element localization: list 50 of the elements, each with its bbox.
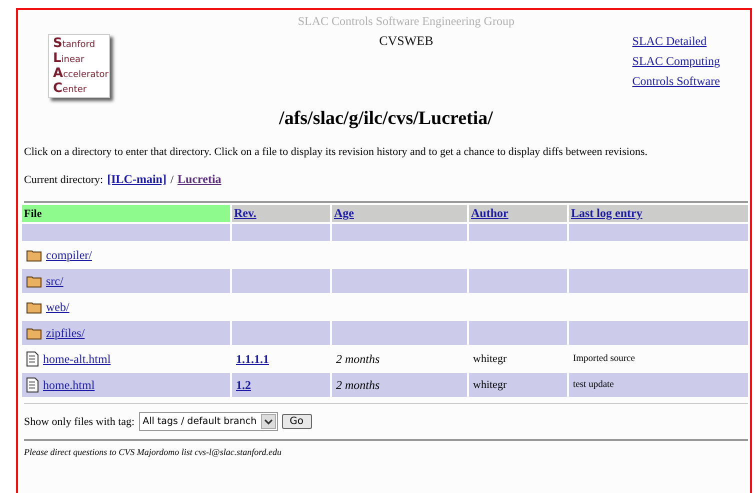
go-button[interactable]: Go (282, 414, 312, 429)
directory-link[interactable]: Lucretia (178, 172, 222, 187)
current-directory-label: Current directory: (24, 174, 104, 186)
document-icon (26, 377, 39, 393)
logo-text: Linear (53, 52, 86, 67)
file-link[interactable]: home.html (43, 378, 95, 392)
group-name: SLAC Controls Software Engineering Group (298, 14, 514, 29)
author-text: whitegr (473, 353, 507, 365)
column-header[interactable]: Rev. (232, 205, 330, 222)
column-sort-link[interactable]: Rev. (234, 206, 256, 221)
age-text: 2 months (336, 352, 380, 366)
document-icon (26, 351, 39, 367)
column-header[interactable]: Last log entry (569, 205, 748, 222)
logo-text: Accelerator (53, 67, 109, 82)
site-title: CVSWEB (379, 33, 434, 49)
age-text: 2 months (336, 378, 380, 392)
tag-filter-label: Show only files with tag: (24, 416, 135, 428)
column-label: File (24, 208, 42, 220)
file-link[interactable]: src/ (46, 274, 64, 288)
logo-text: Stanford (53, 37, 96, 52)
logo-text: Center (53, 82, 88, 97)
footer-text: Please direct questions to CVS Majordomo list cvs-l@slac.stanford.edu (24, 447, 283, 457)
instructions-text: Click on a directory to enter that directory. Click on a file to display its revision history and to get a chance to display diffs between revisions. (24, 146, 648, 158)
header-link[interactable]: SLAC Computing (632, 54, 720, 69)
author-text: whitegr (473, 379, 507, 391)
log-text: test update (573, 380, 614, 390)
file-link[interactable]: zipfiles/ (46, 326, 85, 340)
file-link[interactable]: web/ (46, 300, 70, 314)
header-link[interactable]: SLAC Detailed (632, 34, 720, 49)
folder-icon (26, 248, 42, 262)
column-header[interactable]: Age (332, 205, 467, 222)
page-title: /afs/slac/g/ilc/cvs/Lucretia/ (278, 108, 494, 130)
column-sort-link[interactable]: Age (334, 206, 354, 221)
revision-link[interactable]: 1.1.1.1 (236, 352, 269, 366)
file-link[interactable]: home-alt.html (43, 352, 111, 366)
folder-icon (26, 274, 42, 288)
tag-select[interactable]: All tags / default branch (138, 412, 278, 431)
column-header[interactable]: Author (469, 205, 567, 222)
column-sort-link[interactable]: Last log entry (571, 206, 642, 221)
file-link[interactable]: compiler/ (46, 248, 92, 262)
folder-icon (26, 300, 42, 314)
path-separator: / (170, 174, 174, 186)
directory-link[interactable]: [ILC-main] (107, 172, 166, 187)
folder-icon (26, 326, 42, 340)
caret-icon (260, 414, 276, 429)
column-header[interactable]: File (22, 205, 230, 222)
header-link[interactable]: Controls Software (632, 74, 720, 89)
revision-link[interactable]: 1.2 (236, 378, 251, 392)
column-sort-link[interactable]: Author (471, 206, 508, 221)
log-text: Imported source (573, 354, 635, 364)
